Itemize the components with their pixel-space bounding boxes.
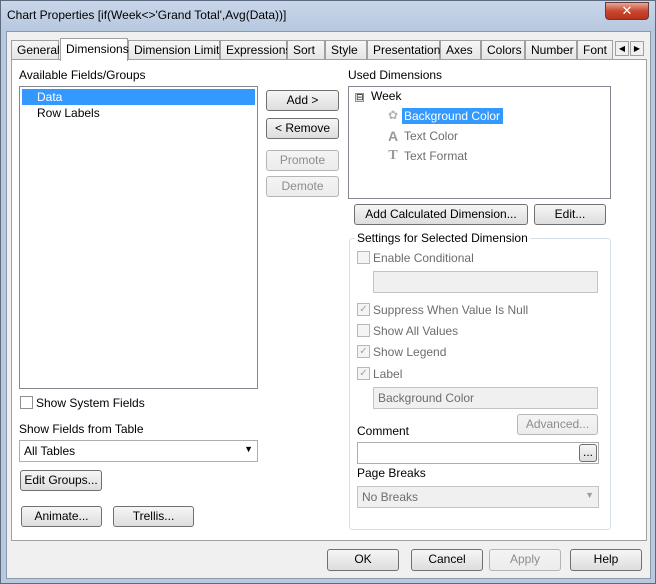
chart-properties-window: Chart Properties [if(Week<>'Grand Total'…	[0, 0, 656, 584]
show-system-fields-label: Show System Fields	[36, 396, 145, 410]
show-fields-heading: Show Fields from Table	[19, 422, 144, 436]
show-all-values-checkbox[interactable]	[357, 324, 370, 337]
tab-presentation[interactable]: Presentation	[367, 40, 440, 60]
page-breaks-heading: Page Breaks	[357, 466, 426, 480]
collapse-icon[interactable]: ⊟	[355, 93, 364, 102]
tree-item-week[interactable]: Week	[371, 89, 401, 103]
tab-dimension-limits[interactable]: Dimension Limits	[128, 40, 225, 60]
window-title: Chart Properties [if(Week<>'Grand Total'…	[7, 8, 287, 22]
show-legend-checkbox[interactable]: ✓	[357, 345, 370, 358]
tree-item-background-color[interactable]: Background Color	[402, 108, 504, 124]
table-select[interactable]: All Tables ▼	[19, 440, 258, 462]
used-dimensions-heading: Used Dimensions	[348, 68, 443, 82]
help-button[interactable]: Help	[570, 549, 642, 571]
dialog-client: General Dimensions Dimension Limits Expr…	[6, 31, 651, 579]
comment-heading: Comment	[357, 424, 410, 438]
show-legend-label: Show Legend	[373, 345, 447, 359]
tree-item-text-format[interactable]: Text Format	[404, 149, 467, 163]
label-label: Label	[373, 367, 403, 381]
edit-dimension-button[interactable]: Edit...	[534, 204, 606, 225]
ok-button[interactable]: OK	[327, 549, 399, 571]
show-all-values-label: Show All Values	[373, 324, 459, 338]
dimensions-page: Available Fields/Groups Data Row Labels …	[11, 59, 647, 541]
tab-style[interactable]: Style	[325, 40, 367, 60]
add-calculated-dimension-button[interactable]: Add Calculated Dimension...	[354, 204, 528, 225]
promote-button[interactable]: Promote	[266, 150, 339, 171]
list-item[interactable]: Row Labels	[22, 105, 255, 121]
tab-scroll-right-icon[interactable]: ▶	[630, 41, 644, 56]
list-item[interactable]: Data	[22, 89, 255, 105]
text-format-icon: T	[388, 148, 398, 163]
tab-sort[interactable]: Sort	[287, 40, 325, 60]
edit-groups-button[interactable]: Edit Groups...	[20, 470, 102, 491]
trellis-button[interactable]: Trellis...	[113, 506, 194, 527]
suppress-null-checkbox[interactable]: ✓	[357, 303, 370, 316]
used-dimensions-tree[interactable]: ⊟ Week ✿ Background Color A Text Color T…	[348, 86, 611, 199]
page-breaks-value: No Breaks	[362, 490, 419, 504]
table-select-value: All Tables	[24, 444, 76, 458]
chevron-down-icon: ▼	[585, 490, 594, 500]
tab-general[interactable]: General	[11, 40, 60, 60]
close-icon[interactable]: ✕	[605, 2, 649, 20]
add-button[interactable]: Add >	[266, 90, 339, 111]
tab-expressions[interactable]: Expressions	[220, 40, 291, 60]
tab-number[interactable]: Number	[525, 40, 577, 60]
tab-scroll-left-icon[interactable]: ◀	[615, 41, 629, 56]
label-checkbox[interactable]: ✓	[357, 367, 370, 380]
label-input[interactable]: Background Color	[373, 387, 598, 409]
animate-button[interactable]: Animate...	[21, 506, 102, 527]
comment-input[interactable]	[357, 442, 599, 464]
suppress-null-label: Suppress When Value Is Null	[373, 303, 529, 317]
show-system-fields-checkbox[interactable]	[20, 396, 33, 409]
available-fields-list[interactable]: Data Row Labels	[19, 86, 258, 389]
tab-colors[interactable]: Colors	[481, 40, 525, 60]
chevron-down-icon: ▼	[244, 444, 253, 454]
tab-font[interactable]: Font	[577, 40, 613, 60]
demote-button[interactable]: Demote	[266, 176, 339, 197]
comment-expression-button[interactable]: ...	[579, 444, 597, 462]
cancel-button[interactable]: Cancel	[411, 549, 483, 571]
palette-icon: ✿	[387, 108, 399, 122]
advanced-button[interactable]: Advanced...	[517, 414, 598, 435]
tab-axes[interactable]: Axes	[440, 40, 481, 60]
conditional-input[interactable]	[373, 271, 598, 293]
enable-conditional-checkbox[interactable]	[357, 251, 370, 264]
enable-conditional-label: Enable Conditional	[373, 251, 474, 265]
apply-button[interactable]: Apply	[489, 549, 561, 571]
available-fields-heading: Available Fields/Groups	[19, 68, 146, 82]
remove-button[interactable]: < Remove	[266, 118, 339, 139]
settings-group-title: Settings for Selected Dimension	[355, 231, 530, 245]
tab-dimensions[interactable]: Dimensions	[60, 38, 129, 61]
text-color-icon: A	[387, 128, 399, 144]
tab-strip: General Dimensions Dimension Limits Expr…	[11, 38, 647, 61]
tree-item-text-color[interactable]: Text Color	[404, 129, 458, 143]
title-bar[interactable]: Chart Properties [if(Week<>'Grand Total'…	[1, 1, 655, 31]
page-breaks-select[interactable]: No Breaks ▼	[357, 486, 599, 508]
